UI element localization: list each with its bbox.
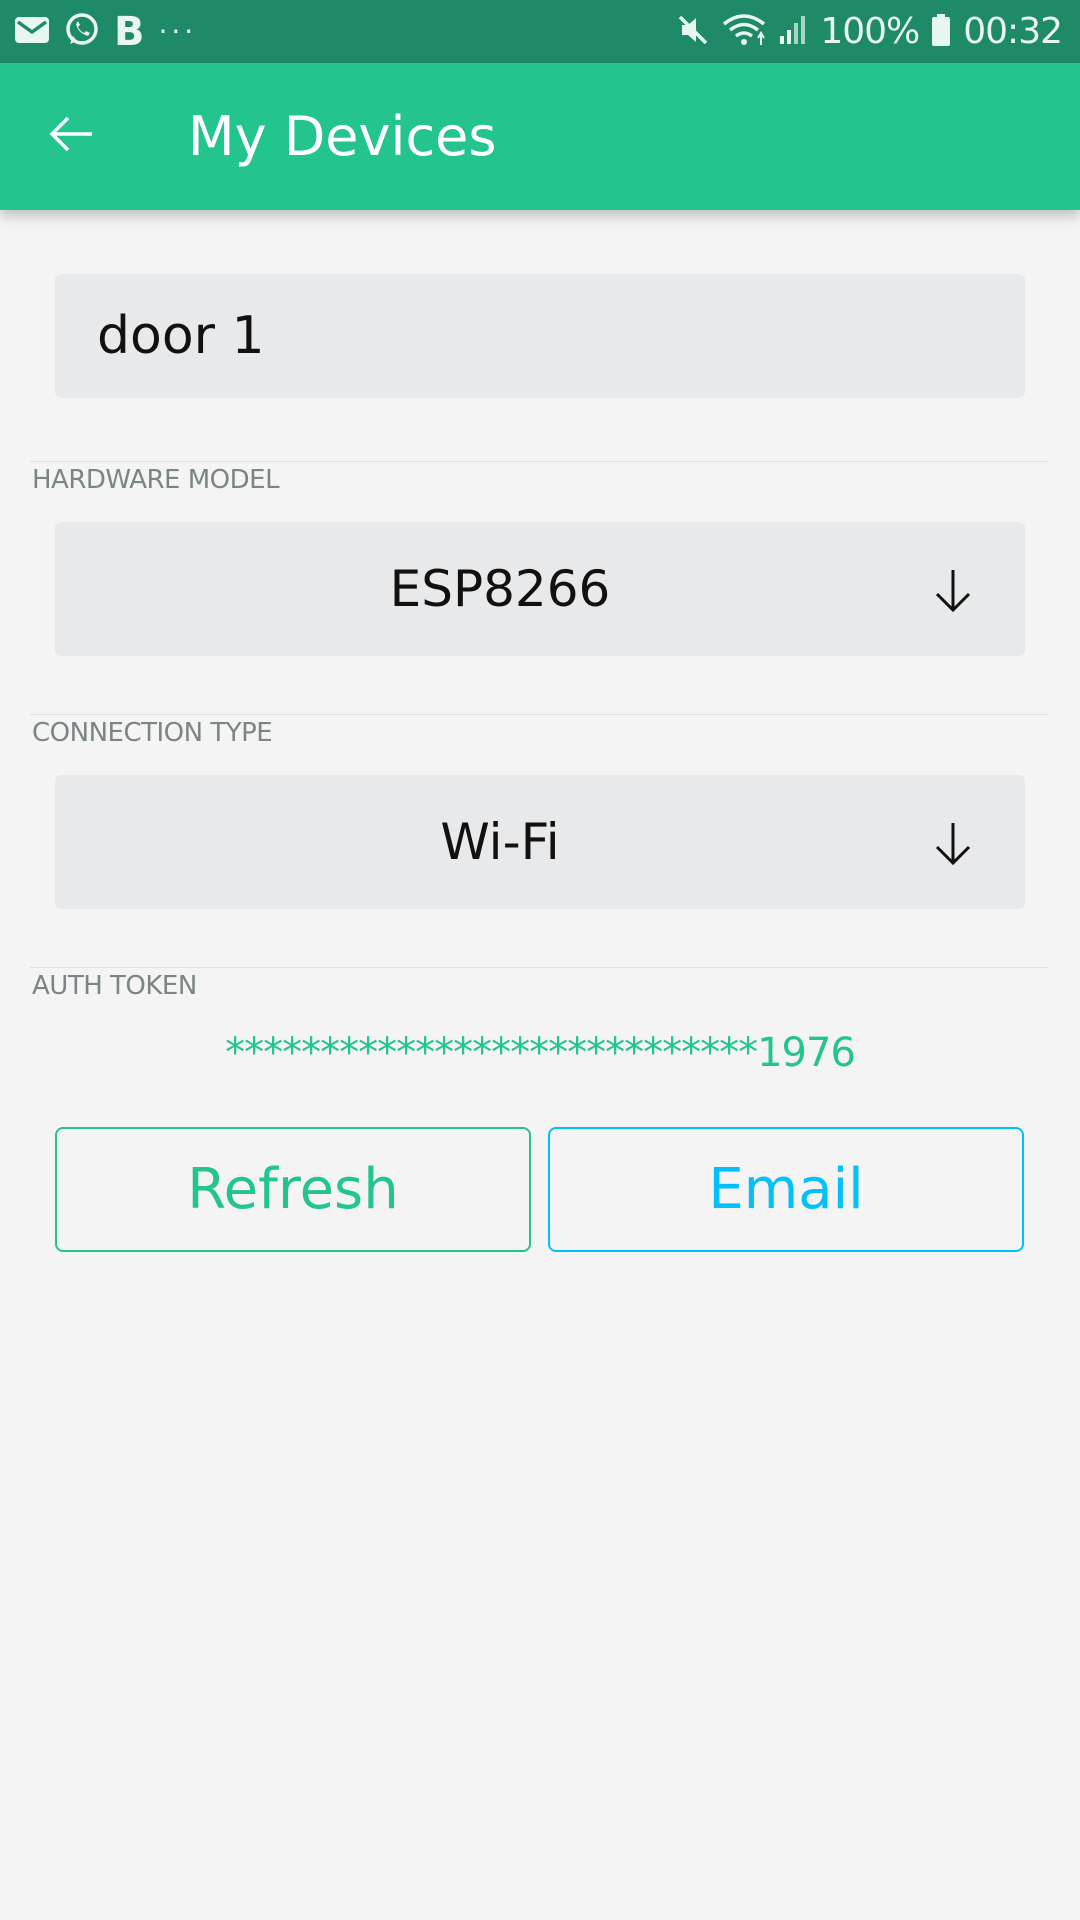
status-bar: B ··· 100% 00:32 — [0, 0, 1080, 63]
blynk-b-icon: B — [114, 8, 145, 55]
status-bar-right: 100% 00:32 — [676, 0, 1063, 63]
connection-type-value: Wi-Fi — [440, 813, 560, 871]
arrow-down-icon — [931, 819, 975, 869]
arrow-left-icon — [48, 114, 96, 158]
battery-icon — [931, 13, 951, 51]
email-button[interactable]: Email — [548, 1127, 1024, 1252]
auth-token-label: AUTH TOKEN — [32, 971, 197, 1001]
device-name-input[interactable] — [55, 274, 1025, 398]
divider — [30, 967, 1048, 968]
hardware-model-value: ESP8266 — [389, 560, 611, 618]
refresh-button[interactable]: Refresh — [55, 1127, 531, 1252]
auth-token-value: ****************************1976 — [225, 1030, 856, 1076]
signal-icon — [778, 14, 808, 50]
divider — [30, 714, 1048, 715]
status-bar-left: B ··· — [14, 0, 197, 63]
app-bar: My Devices — [0, 63, 1080, 210]
more-notifications-indicator: ··· — [158, 15, 198, 48]
mute-icon — [676, 13, 710, 51]
divider — [30, 461, 1048, 462]
whatsapp-icon — [64, 12, 100, 52]
arrow-down-icon — [931, 566, 975, 616]
battery-percent: 100% — [820, 11, 920, 52]
page-title: My Devices — [188, 105, 497, 168]
hardware-model-label: HARDWARE MODEL — [32, 465, 280, 495]
connection-type-label: CONNECTION TYPE — [32, 718, 273, 748]
status-time: 00:32 — [963, 11, 1063, 52]
hardware-model-select[interactable]: ESP8266 — [55, 522, 1025, 656]
mail-icon — [14, 15, 50, 49]
back-button[interactable] — [40, 108, 104, 164]
connection-type-select[interactable]: Wi-Fi — [55, 775, 1025, 909]
wifi-icon — [722, 12, 766, 52]
